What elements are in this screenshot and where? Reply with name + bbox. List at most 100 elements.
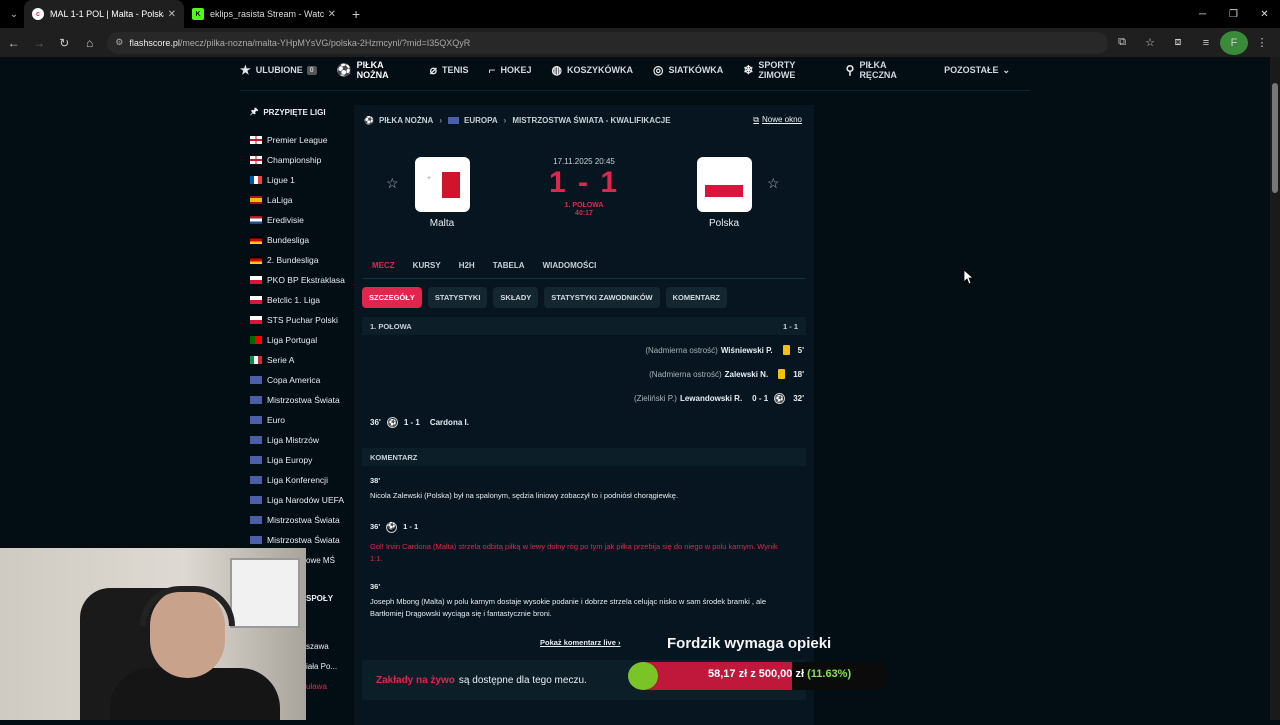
nav-more[interactable]: POZOSTAŁE ⌄ bbox=[944, 65, 1010, 76]
external-link-icon: ⧉ bbox=[753, 115, 759, 124]
tab-h2h[interactable]: H2H bbox=[459, 261, 475, 270]
event-player[interactable]: Cardona I. bbox=[430, 418, 469, 427]
sidebar-league-item[interactable]: Bundesliga bbox=[240, 230, 350, 250]
home-icon[interactable]: ⌂ bbox=[78, 31, 101, 55]
event-player[interactable]: Wiśniewski P. bbox=[721, 346, 773, 355]
subtab-sklady[interactable]: SKŁADY bbox=[493, 287, 539, 308]
chevron-right-icon: › bbox=[617, 638, 621, 647]
hockey-stick-icon: ⌐ bbox=[488, 63, 496, 77]
favorite-away-star-icon[interactable]: ☆ bbox=[767, 175, 780, 192]
favorite-home-star-icon[interactable]: ☆ bbox=[386, 175, 399, 192]
tab-list-chevron-icon[interactable]: ⌄ bbox=[4, 4, 24, 24]
tab-tabela[interactable]: TABELA bbox=[493, 261, 525, 270]
sidebar-league-item[interactable]: Liga Narodów UEFA bbox=[240, 490, 350, 510]
event-player[interactable]: Lewandowski R. bbox=[680, 394, 742, 403]
sidebar-league-item[interactable]: Mistrzostwa Świata bbox=[240, 390, 350, 410]
subtab-statystyki[interactable]: STATYSTYKI bbox=[427, 287, 488, 308]
league-name: Copa America bbox=[267, 375, 321, 385]
new-tab-plus-icon[interactable]: + bbox=[352, 6, 360, 22]
more-label: Pokaż komentarz live bbox=[540, 638, 616, 647]
extensions-icon[interactable]: ⧈ bbox=[1164, 31, 1192, 55]
close-window-icon[interactable]: ✕ bbox=[1249, 0, 1280, 28]
home-team-name: Malta bbox=[429, 218, 455, 229]
close-icon[interactable]: ✕ bbox=[168, 9, 176, 20]
breadcrumb-sport[interactable]: PIŁKA NOŻNA bbox=[379, 116, 433, 125]
commentary-item: 36' ⚽ 1 - 1 bbox=[370, 521, 790, 533]
away-team[interactable]: Polska bbox=[684, 157, 764, 229]
back-arrow-icon[interactable]: ← bbox=[2, 31, 25, 55]
new-window-link[interactable]: ⧉ Nowe okno bbox=[753, 115, 802, 125]
sidebar-league-item[interactable]: PKO BP Ekstraklasa bbox=[240, 270, 350, 290]
profile-button[interactable]: F bbox=[1220, 30, 1248, 55]
sidebar-league-item[interactable]: Liga Portugal bbox=[240, 330, 350, 350]
install-app-icon[interactable]: ⧉ bbox=[1108, 31, 1136, 55]
commentary-score: 1 - 1 bbox=[403, 522, 419, 531]
site-info-icon[interactable]: ⚙ bbox=[115, 37, 123, 48]
bookmark-star-icon[interactable]: ☆ bbox=[1136, 31, 1164, 55]
scrollbar-thumb[interactable] bbox=[1272, 83, 1278, 193]
sidebar-league-item[interactable]: Premier League bbox=[240, 130, 350, 150]
event-detail: (Nadmierna ostrość) bbox=[645, 345, 718, 355]
sidebar-league-item[interactable]: Championship bbox=[240, 150, 350, 170]
away-team-name: Polska bbox=[708, 218, 739, 229]
event-player[interactable]: Zalewski N. bbox=[725, 370, 769, 379]
nav-football[interactable]: ⚽ PIŁKA NOŻNA bbox=[337, 60, 410, 80]
sidebar-league-item[interactable]: Ligue 1 bbox=[240, 170, 350, 190]
browser-tab-flashscore[interactable]: c MAL 1-1 POL | Malta - Polska 1 ✕ bbox=[24, 0, 184, 28]
page-scrollbar[interactable] bbox=[1270, 57, 1280, 720]
league-name: Liga Portugal bbox=[267, 335, 318, 345]
home-team[interactable]: + Malta bbox=[402, 157, 482, 229]
tab-wiadomosci[interactable]: WIADOMOŚCI bbox=[543, 261, 597, 270]
sidebar-league-item[interactable]: Copa America bbox=[240, 370, 350, 390]
url-bar[interactable]: ⚙ flashscore.pl /mecz/pilka-nozna/malta-… bbox=[107, 31, 1108, 54]
reload-icon[interactable]: ↻ bbox=[53, 31, 76, 55]
basketball-icon: ◍ bbox=[551, 63, 562, 77]
sidebar-league-item[interactable]: LaLiga bbox=[240, 190, 350, 210]
nav-tennis[interactable]: ⌀ TENIS bbox=[430, 63, 469, 77]
tab-mecz[interactable]: MECZ bbox=[372, 261, 395, 270]
menu-dots-icon[interactable]: ⋮ bbox=[1248, 31, 1276, 55]
sidebar-league-item[interactable]: Liga Europy bbox=[240, 450, 350, 470]
commentary-item: 36' Joseph Mbong (Malta) w polu karnym d… bbox=[370, 581, 790, 620]
poland-flag-icon bbox=[250, 296, 262, 304]
nav-handball[interactable]: ⚲ PIŁKA RĘCZNA bbox=[846, 60, 918, 80]
pin-icon: 🖈 bbox=[250, 106, 259, 116]
window-controls: ─ ❐ ✕ bbox=[1187, 0, 1280, 28]
nav-winter-sports[interactable]: ❄ SPORTY ZIMOWE bbox=[743, 60, 825, 80]
subtab-statystyki-zawodnikow[interactable]: STATYSTYKI ZAWODNIKÓW bbox=[544, 287, 660, 308]
germany-flag-icon bbox=[250, 256, 262, 264]
goal-progress-bar: 58,17 zł z 500,00 zł (11.63%) bbox=[628, 662, 888, 690]
subtab-szczegoly[interactable]: SZCZEGÓŁY bbox=[362, 287, 422, 308]
show-live-commentary-link[interactable]: Pokaż komentarz live › bbox=[540, 638, 620, 647]
sidebar-league-item[interactable]: 2. Bundesliga bbox=[240, 250, 350, 270]
nav-volleyball[interactable]: ◎ SIATKÓWKA bbox=[653, 63, 723, 77]
league-name: Premier League bbox=[267, 135, 328, 145]
sidebar-league-item[interactable]: Betclic 1. Liga bbox=[240, 290, 350, 310]
browser-tab-kick[interactable]: K eklips_rasista Stream - Watch Li ✕ bbox=[184, 0, 344, 28]
sidebar-heading: 🖈 PRZYPIĘTE LIGI bbox=[250, 104, 350, 120]
nav-hockey[interactable]: ⌐ HOKEJ bbox=[488, 63, 531, 77]
sidebar-league-item[interactable]: Mistrzostwa Świata bbox=[240, 510, 350, 530]
tab-kursy[interactable]: KURSY bbox=[413, 261, 441, 270]
sidebar-league-item[interactable]: Eredivisie bbox=[240, 210, 350, 230]
nav-basketball[interactable]: ◍ KOSZYKÓWKA bbox=[552, 63, 633, 77]
close-icon[interactable]: ✕ bbox=[328, 9, 336, 20]
forward-arrow-icon[interactable]: → bbox=[27, 31, 50, 55]
sidebar-league-item[interactable]: STS Puchar Polski bbox=[240, 310, 350, 330]
sidebar-league-item[interactable]: Liga Mistrzów bbox=[240, 430, 350, 450]
breadcrumb-region[interactable]: EUROPA bbox=[464, 116, 498, 125]
netherlands-flag-icon bbox=[250, 216, 262, 224]
maximize-icon[interactable]: ❐ bbox=[1218, 0, 1249, 28]
nav-favorites[interactable]: ★ ULUBIONE 0 bbox=[240, 63, 317, 77]
sidebar-league-item[interactable]: Mistrzostwa Świata bbox=[240, 530, 350, 550]
nav-label: TENIS bbox=[441, 65, 469, 75]
subtab-komentarz[interactable]: KOMENTARZ bbox=[665, 287, 727, 308]
minimize-icon[interactable]: ─ bbox=[1187, 0, 1218, 28]
media-controls-icon[interactable]: ≡ bbox=[1192, 31, 1220, 55]
breadcrumb-competition[interactable]: MISTRZOSTWA ŚWIATA - KWALIFIKACJE bbox=[512, 116, 670, 125]
match-date: 17.11.2025 20:45 bbox=[553, 157, 615, 166]
sidebar-league-item[interactable]: Serie A bbox=[240, 350, 350, 370]
sidebar-league-item[interactable]: Euro bbox=[240, 410, 350, 430]
sidebar-league-item[interactable]: Liga Konferencji bbox=[240, 470, 350, 490]
browser-tab-bar: ⌄ c MAL 1-1 POL | Malta - Polska 1 ✕ K e… bbox=[0, 0, 1280, 28]
